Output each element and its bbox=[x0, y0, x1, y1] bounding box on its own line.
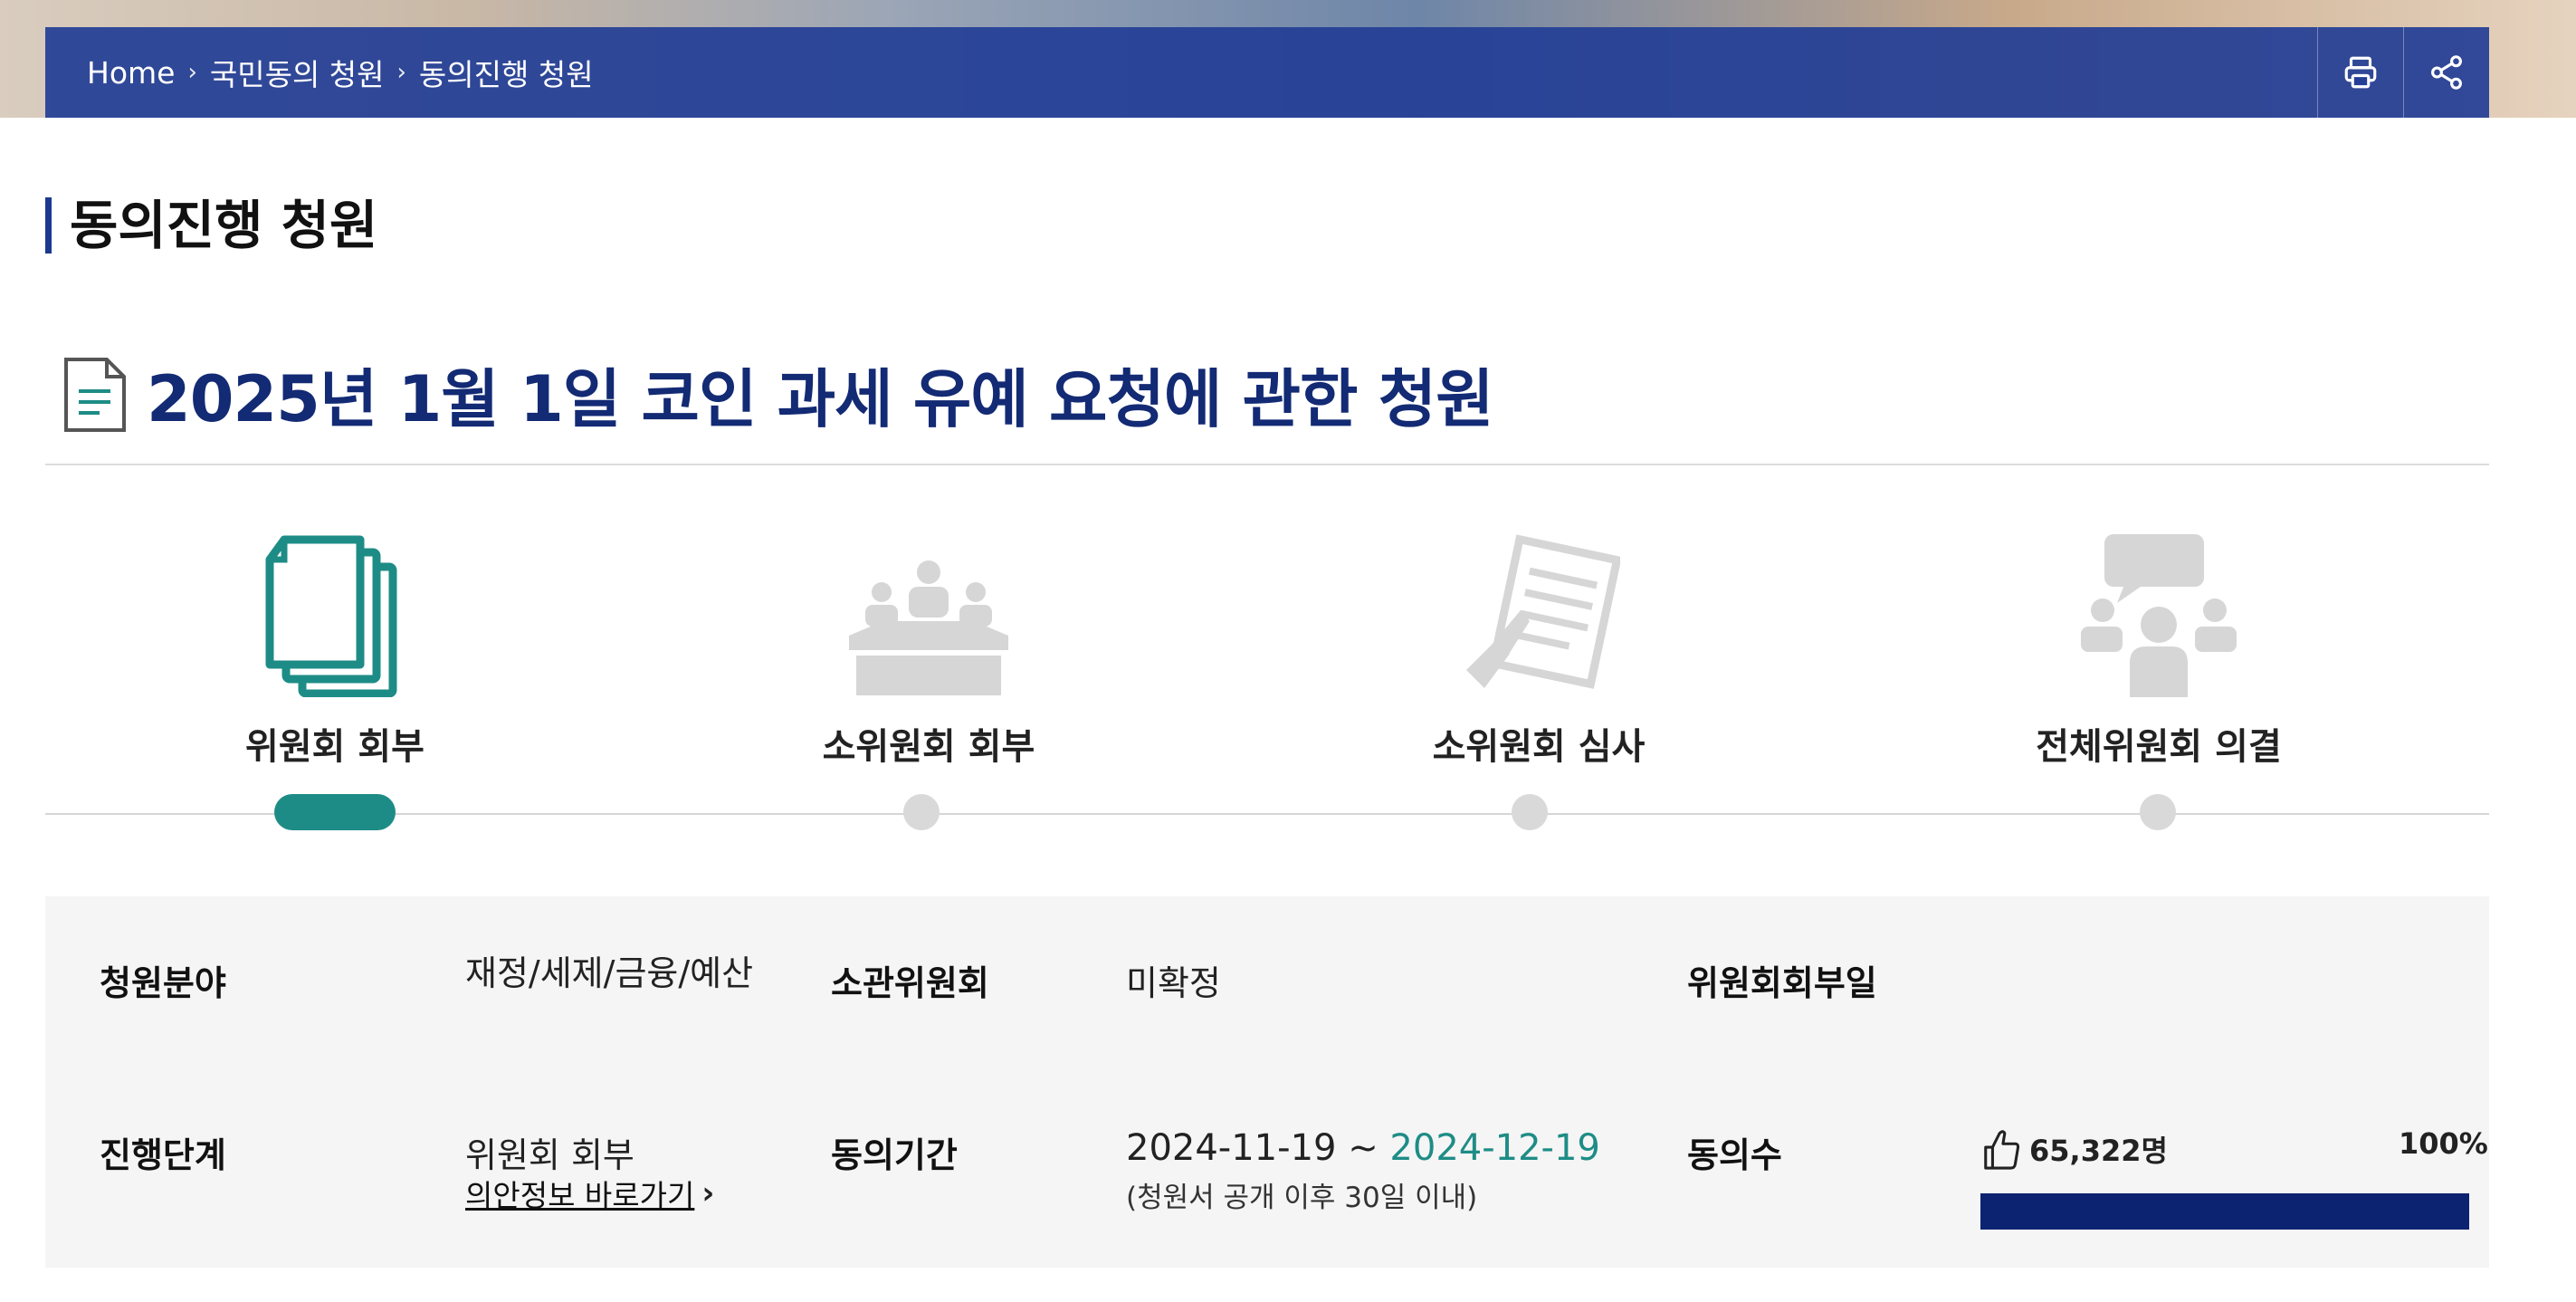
step-committee-referral: 위원회 회부 bbox=[127, 525, 543, 770]
review-icon bbox=[1466, 534, 1620, 689]
stage-value: 위원회 회부 bbox=[465, 1135, 634, 1175]
step-subcommittee-review: 소위원회 심사 bbox=[1331, 525, 1747, 770]
step-dot bbox=[1512, 794, 1548, 830]
meeting-icon bbox=[849, 560, 1008, 695]
share-button[interactable] bbox=[2403, 27, 2489, 118]
step-subcommittee-referral: 소위원회 회부 bbox=[720, 525, 1137, 770]
period-end: 2024-12-19 bbox=[1389, 1127, 1600, 1169]
step-dot bbox=[903, 794, 940, 830]
period-separator: ~ bbox=[1348, 1127, 1379, 1169]
agree-progress-fill bbox=[1980, 1193, 2469, 1230]
agree-count-label: 동의수 bbox=[1687, 1135, 1782, 1175]
page-actions bbox=[2317, 27, 2489, 118]
document-icon bbox=[64, 357, 126, 432]
bill-info-link[interactable]: 의안정보 바로가기 › bbox=[465, 1172, 714, 1215]
petition-header: 2025년 1월 1일 코인 과세 유예 요청에 관한 청원 bbox=[63, 349, 1494, 440]
period-start: 2024-11-19 bbox=[1126, 1127, 1337, 1169]
step-label: 소위원회 회부 bbox=[822, 726, 1035, 768]
agree-count-value: 65,322명 bbox=[2029, 1134, 2168, 1168]
step-label: 소위원회 심사 bbox=[1432, 726, 1646, 768]
chevron-right-icon: › bbox=[187, 59, 197, 86]
field-value: 재정/세제/금융/예산 bbox=[465, 953, 754, 993]
step-label: 위원회 회부 bbox=[245, 726, 425, 768]
progress-timeline bbox=[45, 813, 2489, 815]
share-icon bbox=[2431, 55, 2462, 90]
period-label: 동의기간 bbox=[831, 1135, 958, 1175]
print-button[interactable] bbox=[2317, 27, 2403, 118]
referral-date-label: 위원회회부일 bbox=[1687, 963, 1877, 1003]
agree-progress-bar bbox=[1980, 1193, 2469, 1230]
agree-count: 65,322명 bbox=[1980, 1126, 2168, 1172]
field-label: 청원분야 bbox=[100, 963, 226, 1003]
breadcrumb-current[interactable]: 동의진행 청원 bbox=[419, 51, 594, 94]
chevron-right-icon: › bbox=[396, 59, 406, 86]
breadcrumb-home[interactable]: Home bbox=[87, 55, 175, 91]
chevron-right-icon: › bbox=[701, 1175, 715, 1211]
discussion-icon bbox=[2081, 534, 2237, 697]
step-dot-active bbox=[274, 794, 396, 830]
divider bbox=[45, 464, 2489, 465]
step-label: 전체위원회 의결 bbox=[2036, 726, 2282, 768]
agree-percent: 100% bbox=[2399, 1126, 2488, 1161]
breadcrumb-public-petition[interactable]: 국민동의 청원 bbox=[210, 51, 385, 94]
bill-info-link-text: 의안정보 바로가기 bbox=[465, 1178, 695, 1213]
period-range: 2024-11-19 ~ 2024-12-19 bbox=[1126, 1127, 1600, 1169]
step-dot bbox=[2140, 794, 2176, 830]
step-full-committee-resolution: 전체위원회 의결 bbox=[1951, 525, 2367, 770]
breadcrumb-bar: Home › 국민동의 청원 › 동의진행 청원 bbox=[45, 27, 2489, 118]
breadcrumb: Home › 국민동의 청원 › 동의진행 청원 bbox=[87, 51, 594, 94]
documents-icon bbox=[265, 535, 397, 697]
petition-title: 2025년 1월 1일 코인 과세 유예 요청에 관한 청원 bbox=[147, 362, 1494, 436]
period-note: (청원서 공개 이후 30일 이내) bbox=[1126, 1182, 1478, 1214]
section-title: 동의진행 청원 bbox=[45, 197, 377, 254]
print-icon bbox=[2344, 56, 2377, 89]
committee-value: 미확정 bbox=[1126, 963, 1221, 1003]
thumbs-up-icon bbox=[1984, 1130, 2020, 1170]
stage-label: 진행단계 bbox=[100, 1135, 226, 1175]
committee-label: 소관위원회 bbox=[831, 963, 989, 1003]
